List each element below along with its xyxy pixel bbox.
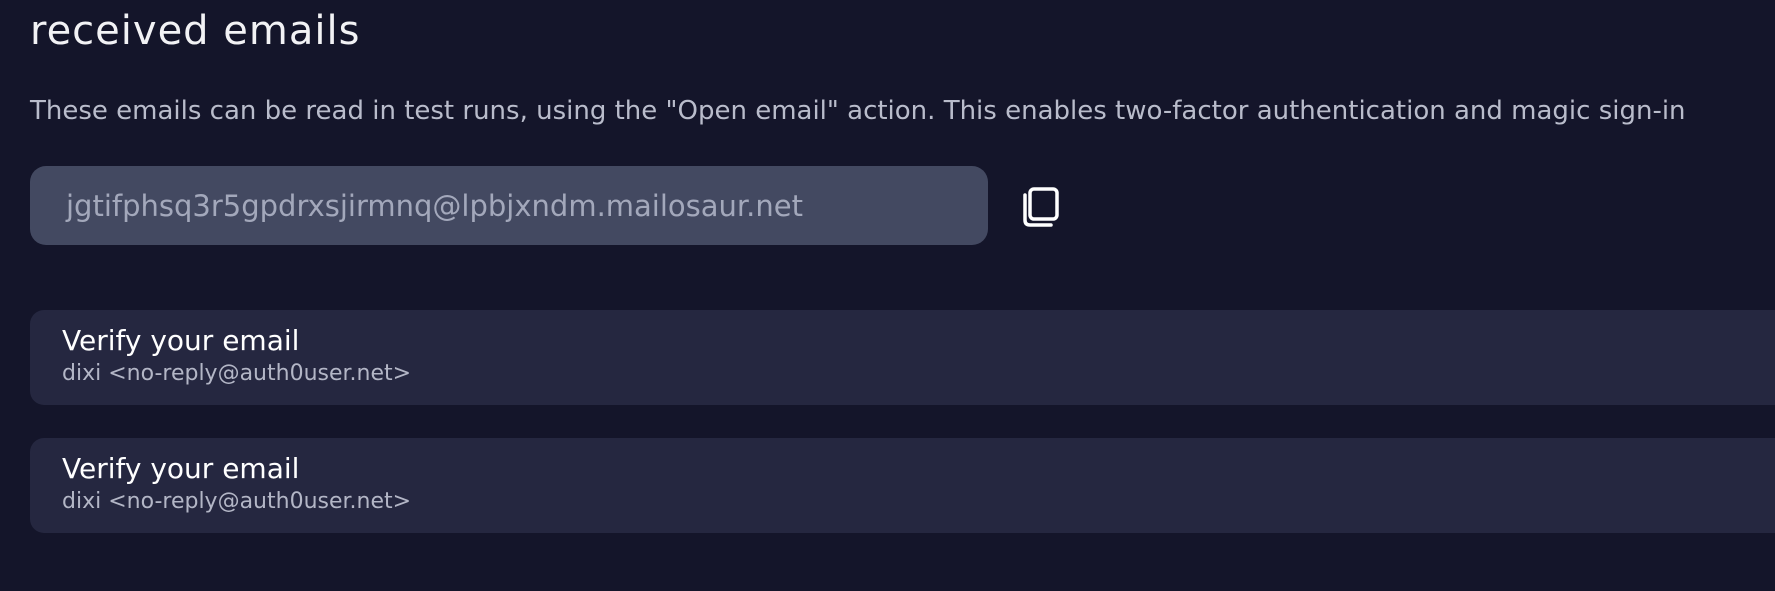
section-description: These emails can be read in test runs, u… [30,96,1686,126]
email-sender: dixi <no-reply@auth0user.net> [62,489,412,514]
section-title: received emails [30,8,361,54]
copy-icon [1023,187,1059,227]
received-emails-page: received emails These emails can be read… [0,0,1775,591]
email-list-item[interactable]: Verify your email dixi <no-reply@auth0us… [30,438,1775,533]
email-subject: Verify your email [62,324,300,357]
copy-address-button[interactable] [1016,182,1066,232]
inbox-address-field[interactable]: jgtifphsq3r5gpdrxsjirmnq@lpbjxndm.mailos… [30,166,988,245]
email-sender: dixi <no-reply@auth0user.net> [62,361,412,386]
email-list-item[interactable]: Verify your email dixi <no-reply@auth0us… [30,310,1775,405]
email-subject: Verify your email [62,452,300,485]
